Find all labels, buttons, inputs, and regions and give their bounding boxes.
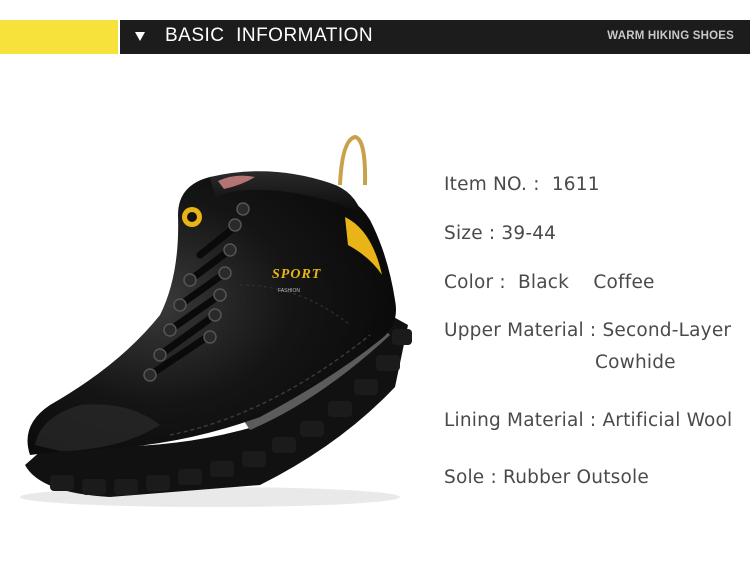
header-tag: WARM HIKING SHOES <box>607 30 734 42</box>
spec-sole: Sole : Rubber Outsole <box>444 467 649 488</box>
spec-color-label: Color : <box>444 272 506 293</box>
section-header: BASIC INFORMATION WARM HIKING SHOES <box>0 20 750 54</box>
spec-upper-material: Upper Material : Second-Layer <box>444 320 731 341</box>
spec-upper-material-value-1: Second-Layer <box>602 320 732 341</box>
spec-upper-material-cont: Cowhide <box>595 352 676 373</box>
spec-sole-value: Rubber Outsole <box>503 467 649 488</box>
spec-lining-material-label: Lining Material : <box>444 410 597 431</box>
spec-color-value-1: Black <box>518 272 570 293</box>
spec-item-no-label: Item NO. : <box>444 174 540 195</box>
shoe-brand-label: SPORT <box>272 267 322 282</box>
spec-upper-material-value-2: Cowhide <box>595 352 676 373</box>
spec-sole-label: Sole : <box>444 467 497 488</box>
triangle-down-icon <box>135 32 145 41</box>
spec-size-label: Size : <box>444 223 496 244</box>
spec-item-no-value: 1611 <box>551 174 600 195</box>
spec-size: Size : 39-44 <box>444 223 556 244</box>
spec-lining-material: Lining Material : Artificial Wool <box>444 410 732 431</box>
accent-block <box>0 20 118 54</box>
spec-item-no: Item NO. : 1611 <box>444 174 600 195</box>
spec-color: Color : Black Coffee <box>444 272 655 293</box>
spec-color-value-2: Coffee <box>593 272 655 293</box>
section-title: BASIC INFORMATION <box>165 25 374 46</box>
spec-lining-material-value: Artificial Wool <box>602 410 733 431</box>
hiking-boot-icon <box>20 134 412 507</box>
spec-upper-material-label: Upper Material : <box>444 320 597 341</box>
spec-size-value: 39-44 <box>501 223 557 244</box>
shoe-sub-label: FASHION <box>278 288 300 294</box>
product-image: SPORT FASHION <box>10 125 420 515</box>
